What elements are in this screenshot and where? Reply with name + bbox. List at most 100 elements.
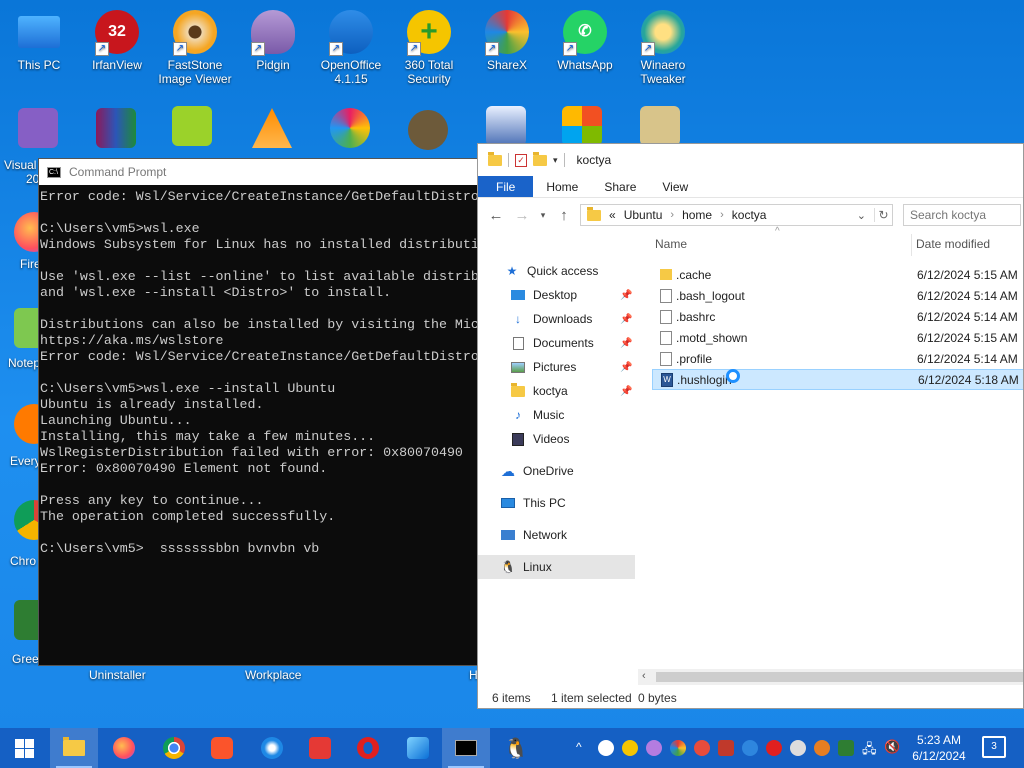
nav-videos[interactable]: Videos [478,427,635,451]
table-row[interactable]: .bashrc 6/12/2024 5:14 AM [652,306,1023,327]
desktop-label-uninstaller[interactable]: Uninstaller [89,668,146,682]
volume-mute-icon[interactable]: 🔇 [884,739,900,755]
tray-app-icon[interactable] [790,740,806,756]
start-button[interactable] [0,728,48,768]
tray-app-icon[interactable] [814,740,830,756]
image-app-icon[interactable] [486,106,526,146]
taskbar-firefox[interactable] [100,728,148,768]
nav-downloads[interactable]: ↓ Downloads 📌 [478,307,635,331]
nav-koctya[interactable]: koctya 📌 [478,379,635,403]
desktop-icon-360-security[interactable]: + 360 Total Security [390,10,468,86]
desktop-label-workplace[interactable]: Workplace [245,668,301,682]
recent-dropdown-icon[interactable]: ▾ [538,210,548,221]
forward-arrow-icon[interactable]: → [512,207,532,224]
tab-home[interactable]: Home [533,176,591,197]
clock[interactable]: 5:23 AM 6/12/2024 [904,732,974,764]
file-explorer-window[interactable]: ✓ ▾ koctya File Home Share View ← → ▾ ↑ … [477,143,1024,709]
taskbar-app-blue[interactable] [394,728,442,768]
address-bar[interactable]: « Ubuntu › home › koctya ⌄ ↻ [580,204,893,226]
cabinet-icon[interactable] [640,106,680,146]
nav-quick-access[interactable]: ★ Quick access [478,259,635,283]
tray-360-icon[interactable] [622,740,638,756]
command-prompt-window[interactable]: C:\ Command Prompt Error code: Wsl/Servi… [38,158,478,666]
nav-music[interactable]: ♪ Music [478,403,635,427]
desktop-icon-pidgin[interactable]: Pidgin [234,10,312,72]
taskbar-opera[interactable] [344,728,392,768]
cmd-output[interactable]: Error code: Wsl/Service/CreateInstance/G… [39,185,477,665]
address-overflow[interactable]: « [609,208,616,222]
desktop-icon-irfanview[interactable]: 32 IrfanView [78,10,156,72]
tray-app-icon[interactable] [694,740,710,756]
desktop-icon-sharex[interactable]: ShareX [468,10,546,72]
table-row[interactable]: .cache 6/12/2024 5:15 AM [652,264,1023,285]
tab-share[interactable]: Share [591,176,649,197]
tray-app-icon[interactable] [742,740,758,756]
nav-documents[interactable]: Documents 📌 [478,331,635,355]
address-part-koctya[interactable]: koctya [732,208,767,222]
gimp-icon[interactable] [408,110,448,150]
taskbar-linux[interactable]: 🐧 [492,728,540,768]
tray-opera-icon[interactable] [766,740,782,756]
desktop-icon-this-pc[interactable]: This PC [0,10,78,72]
pin-icon[interactable]: 📌 [620,314,632,325]
back-arrow-icon[interactable]: ← [486,207,506,224]
pin-icon[interactable]: 📌 [620,386,632,397]
nav-onedrive[interactable]: ☁ OneDrive [478,459,635,483]
visual-studio-icon[interactable] [18,108,58,148]
tab-view[interactable]: View [649,176,701,197]
tray-greenshot-icon[interactable] [838,740,854,756]
pin-icon[interactable]: 📌 [620,362,632,373]
address-part-ubuntu[interactable]: Ubuntu [624,208,663,222]
chevron-down-icon[interactable]: ⌄ [857,209,866,222]
tray-shield-icon[interactable] [598,740,614,756]
up-arrow-icon[interactable]: ↑ [554,207,574,224]
winrar-icon[interactable] [96,108,136,148]
taskbar-chrome[interactable] [150,728,198,768]
pin-icon[interactable]: 📌 [620,290,632,301]
windows-flag-icon[interactable] [562,106,602,146]
taskbar-wps[interactable] [296,728,344,768]
terminal-icon [455,740,477,756]
vlc-cone-icon[interactable] [252,108,292,148]
tray-pen-icon[interactable] [646,740,662,756]
desktop-icon-winaero[interactable]: Winaero Tweaker [624,10,702,86]
table-row[interactable]: .bash_logout 6/12/2024 5:14 AM [652,285,1023,306]
green-app-icon[interactable] [172,106,212,146]
krita-icon[interactable] [330,108,370,148]
desktop-icon-faststone[interactable]: FastStone Image Viewer [156,10,234,86]
desktop-icon-whatsapp[interactable]: ✆ WhatsApp [546,10,624,72]
nav-pictures[interactable]: Pictures 📌 [478,355,635,379]
nav-this-pc[interactable]: This PC [478,491,635,515]
table-row-selected[interactable]: W .hushlogin 6/12/2024 5:18 AM [652,369,1023,390]
new-folder-icon[interactable] [533,151,547,166]
horizontal-scrollbar[interactable]: ‹ [638,669,1023,685]
search-input[interactable]: Search koctya [903,204,1021,226]
properties-check-icon[interactable]: ✓ [515,153,527,167]
scrollbar-thumb[interactable] [656,672,1023,682]
scroll-left-icon[interactable]: ‹ [642,670,646,682]
refresh-icon[interactable]: ↻ [874,208,892,222]
pin-icon[interactable]: 📌 [620,338,632,349]
nav-desktop[interactable]: Desktop 📌 [478,283,635,307]
cmd-title-bar[interactable]: C:\ Command Prompt [39,159,477,185]
chevron-up-icon[interactable]: ^ [576,740,582,754]
taskbar-brave[interactable] [198,728,246,768]
desktop-icon-openoffice[interactable]: OpenOffice 4.1.15 [312,10,390,86]
quick-access-toolbar-dropdown-icon[interactable]: ▾ [553,155,558,166]
column-header-date-modified[interactable]: Date modified [916,237,990,251]
taskbar-file-explorer[interactable] [50,728,98,768]
notification-center-icon[interactable]: 3 [982,736,1006,758]
nav-network[interactable]: Network [478,523,635,547]
table-row[interactable]: .profile 6/12/2024 5:14 AM [652,348,1023,369]
explorer-title-bar[interactable]: ✓ ▾ koctya [478,144,1023,176]
address-part-home[interactable]: home [682,208,712,222]
tray-app-icon[interactable] [718,740,734,756]
network-icon[interactable]: 🖧 [862,740,877,762]
tab-file[interactable]: File [478,176,534,197]
column-header-name[interactable]: Name [655,237,687,251]
table-row[interactable]: .motd_shown 6/12/2024 5:15 AM [652,327,1023,348]
tray-sharex-icon[interactable] [670,740,686,756]
taskbar-browser[interactable] [248,728,296,768]
taskbar-command-prompt[interactable] [442,728,490,768]
nav-linux[interactable]: 🐧 Linux [478,555,635,579]
